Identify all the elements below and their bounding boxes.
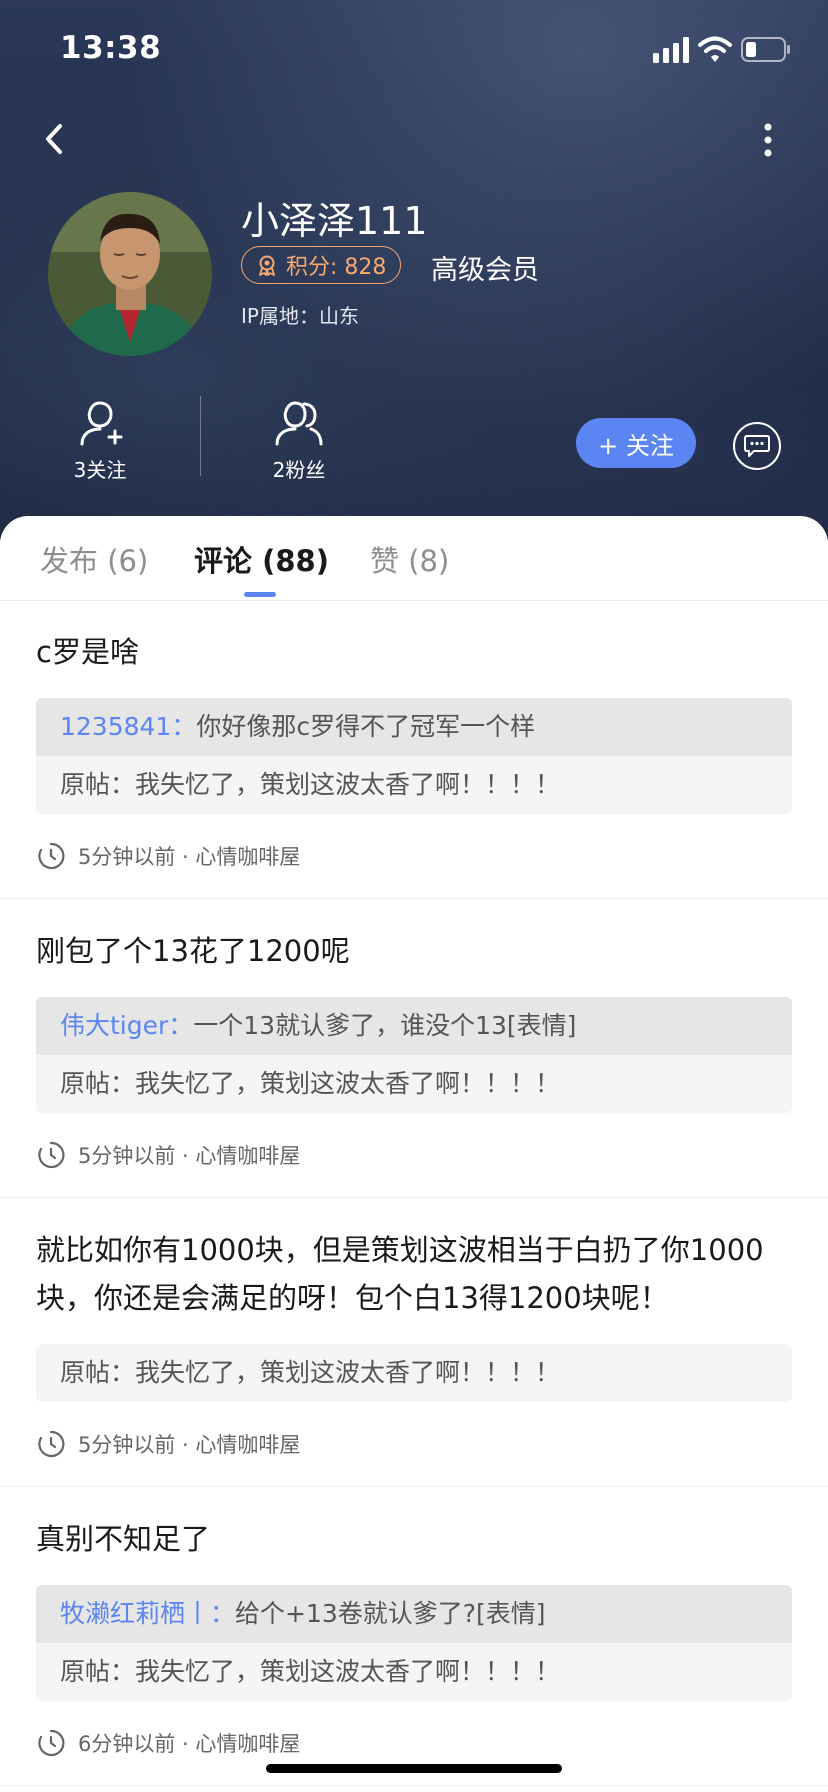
reply-user[interactable]: 1235841： (60, 712, 196, 741)
following-count: 3关注 (73, 458, 127, 482)
follow-user-icon (80, 401, 123, 446)
reply-user[interactable]: 伟大tiger： (60, 1011, 193, 1040)
reply-text: 一个13就认爹了，谁没个13[表情] (193, 1011, 577, 1040)
chat-bubble-icon (744, 435, 770, 457)
reply-line: 1235841：你好像那c罗得不了冠军一个样 (36, 698, 792, 756)
tab-posts[interactable]: 发布 (6) (40, 538, 148, 580)
reply-user[interactable]: 牧濑红莉栖丨： (60, 1599, 235, 1628)
avatar-image (48, 192, 212, 356)
comment-text: 刚包了个13花了1200呢 (36, 934, 350, 968)
comment-item[interactable]: 刚包了个13花了1200呢 伟大tiger：一个13就认爹了，谁没个13[表情]… (0, 899, 828, 1198)
reply-line: 牧濑红莉栖丨：给个+13卷就认爹了?[表情] (36, 1585, 792, 1643)
origin-post[interactable]: 原帖：我失忆了，策划这波太香了啊！！！！ (36, 756, 792, 814)
member-level: 高级会员 (431, 255, 539, 286)
wifi-icon (698, 36, 732, 62)
origin-post[interactable]: 原帖：我失忆了，策划这波太香了啊！！！！ (36, 1055, 792, 1113)
points-value: 积分: 828 (286, 255, 387, 280)
tab-active-indicator (244, 592, 276, 597)
origin-post[interactable]: 原帖：我失忆了，策划这波太香了啊！！！！ (36, 1643, 792, 1701)
tab-comments[interactable]: 评论 (88) (194, 538, 329, 580)
comment-meta: 5分钟以前 · 心情咖啡屋 (36, 1113, 792, 1197)
comment-text: 真别不知足了 (36, 1522, 211, 1556)
clock-icon (38, 1729, 65, 1757)
reply-text: 你好像那c罗得不了冠军一个样 (196, 712, 536, 741)
reply-line: 伟大tiger：一个13就认爹了，谁没个13[表情] (36, 997, 792, 1055)
comment-text: 就比如你有1000块，但是策划这波相当于白扔了你1000块，你还是会满足的呀！包… (36, 1233, 764, 1315)
back-icon[interactable] (38, 118, 72, 160)
content-panel: 发布 (6) 评论 (88) 赞 (8) c罗是啥 1235841：你好像那c罗… (0, 516, 828, 1792)
ip-location: IP属地：山东 (241, 304, 359, 328)
battery-icon (741, 37, 790, 62)
quote-box[interactable]: 原帖：我失忆了，策划这波太香了啊！！！！ (36, 1344, 792, 1402)
comment-item[interactable]: 真别不知足了 牧濑红莉栖丨：给个+13卷就认爹了?[表情] 原帖：我失忆了，策划… (0, 1487, 828, 1786)
following-stat[interactable]: 3关注 (40, 400, 160, 483)
fans-count: 2粉丝 (272, 458, 326, 482)
more-icon[interactable] (756, 120, 780, 160)
comment-item[interactable]: c罗是啥 1235841：你好像那c罗得不了冠军一个样 原帖：我失忆了，策划这波… (0, 600, 828, 899)
comment-time-source: 5分钟以前 · 心情咖啡屋 (78, 845, 301, 869)
username: 小泽泽111 (241, 199, 428, 243)
fans-icon (275, 401, 323, 446)
follow-button[interactable]: + 关注 (576, 418, 696, 468)
comment-meta: 5分钟以前 · 心情咖啡屋 (36, 1402, 792, 1486)
quote-box[interactable]: 伟大tiger：一个13就认爹了，谁没个13[表情] 原帖：我失忆了，策划这波太… (36, 997, 792, 1113)
comment-time-source: 6分钟以前 · 心情咖啡屋 (78, 1732, 301, 1756)
clock-icon (38, 1430, 65, 1458)
comment-feed: c罗是啥 1235841：你好像那c罗得不了冠军一个样 原帖：我失忆了，策划这波… (0, 600, 828, 1786)
tab-likes[interactable]: 赞 (8) (370, 538, 449, 580)
reply-text: 给个+13卷就认爹了?[表情] (235, 1599, 546, 1628)
stat-divider (200, 396, 201, 476)
medal-icon (259, 255, 275, 276)
quote-box[interactable]: 牧濑红莉栖丨：给个+13卷就认爹了?[表情] 原帖：我失忆了，策划这波太香了啊！… (36, 1585, 792, 1701)
points-badge[interactable]: 积分: 828 (241, 246, 402, 284)
status-bar: 13:38 (0, 0, 828, 100)
profile-header: 13:38 小泽泽111 积分: 828 高级会员 IP属地：山东 3关注 2粉… (0, 0, 828, 540)
message-button[interactable] (733, 422, 781, 470)
status-time: 13:38 (60, 30, 162, 66)
home-indicator[interactable] (266, 1764, 562, 1773)
quote-box[interactable]: 1235841：你好像那c罗得不了冠军一个样 原帖：我失忆了，策划这波太香了啊！… (36, 698, 792, 814)
tab-bar: 发布 (6) 评论 (88) 赞 (8) (0, 516, 828, 601)
comment-text: c罗是啥 (36, 635, 139, 669)
fans-stat[interactable]: 2粉丝 (239, 400, 359, 483)
comment-time-source: 5分钟以前 · 心情咖啡屋 (78, 1144, 301, 1168)
comment-time-source: 5分钟以前 · 心情咖啡屋 (78, 1433, 301, 1457)
avatar[interactable] (48, 192, 212, 356)
comment-item[interactable]: 就比如你有1000块，但是策划这波相当于白扔了你1000块，你还是会满足的呀！包… (0, 1198, 828, 1487)
cellular-signal-icon (653, 37, 689, 63)
origin-post[interactable]: 原帖：我失忆了，策划这波太香了啊！！！！ (36, 1344, 792, 1402)
clock-icon (38, 1141, 65, 1169)
comment-meta: 5分钟以前 · 心情咖啡屋 (36, 814, 792, 898)
clock-icon (38, 842, 65, 870)
